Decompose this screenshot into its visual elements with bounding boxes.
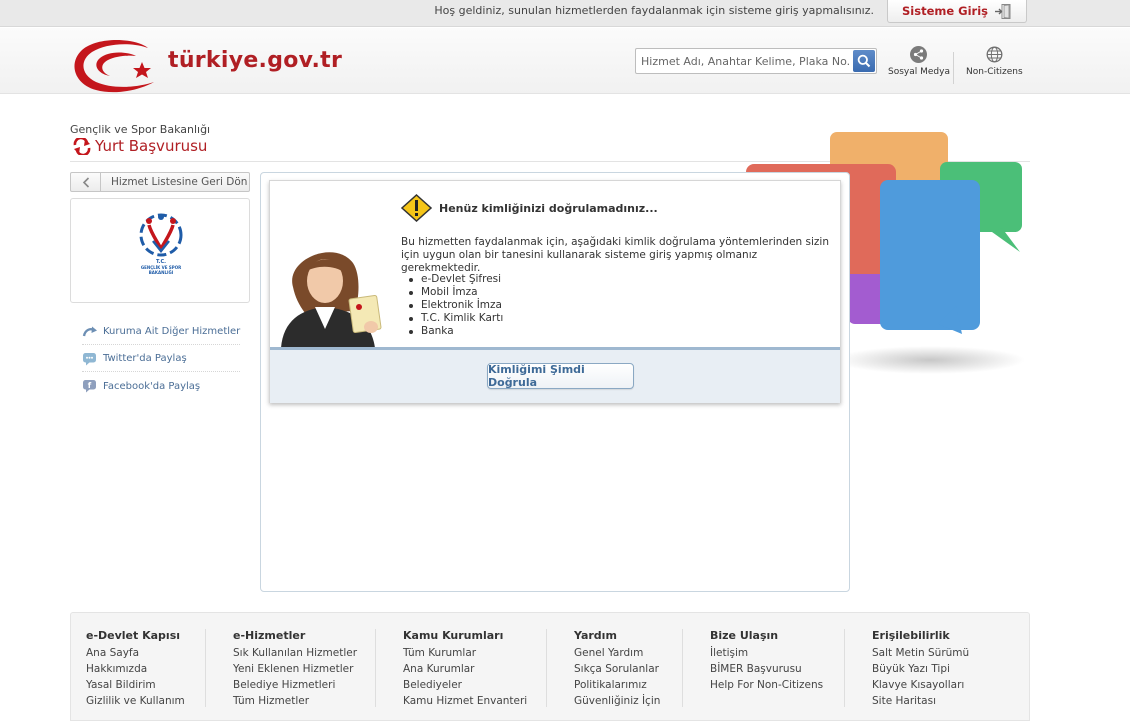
- footer-link[interactable]: Yeni Eklenen Hizmetler: [233, 661, 357, 677]
- footer-heading: Kamu Kurumları: [403, 629, 504, 642]
- search-icon: [857, 54, 871, 68]
- footer-column-kamu-kurumlari: Kamu Kurumları Tüm Kurumlar Ana Kurumlar…: [403, 629, 527, 709]
- back-arrow: [71, 173, 101, 191]
- footer-link[interactable]: Genel Yardım: [574, 645, 660, 661]
- logo-text: türkiye.gov.tr: [168, 48, 343, 73]
- woman-holding-id-card-image: [281, 252, 382, 348]
- footer-link[interactable]: Ana Kurumlar: [403, 661, 527, 677]
- svg-text:f: f: [88, 381, 92, 390]
- footer-separator: [546, 629, 547, 707]
- back-button-label: Hizmet Listesine Geri Dön: [111, 176, 248, 188]
- notice-action-bar: Kimliğimi Şimdi Doğrula: [270, 347, 840, 403]
- header-separator: [953, 52, 954, 84]
- site-footer: e-Devlet Kapısı Ana Sayfa Hakkımızda Yas…: [70, 612, 1030, 721]
- footer-link[interactable]: İletişim: [710, 645, 823, 661]
- footer-link[interactable]: Sıkça Sorulanlar: [574, 661, 660, 677]
- twitter-share-link[interactable]: Twitter'da Paylaş: [82, 346, 240, 372]
- footer-link[interactable]: Tüm Hizmetler: [233, 693, 357, 709]
- facebook-icon: f: [83, 380, 96, 393]
- verify-identity-button[interactable]: Kimliğimi Şimdi Doğrula: [487, 363, 634, 389]
- footer-link[interactable]: Sık Kullanılan Hizmetler: [233, 645, 357, 661]
- footer-link[interactable]: Ana Sayfa: [86, 645, 185, 661]
- non-citizens-label: Non-Citizens: [966, 67, 1023, 77]
- footer-column-edevlet: e-Devlet Kapısı Ana Sayfa Hakkımızda Yas…: [86, 629, 185, 709]
- social-media-link[interactable]: Sosyal Medya: [888, 46, 950, 77]
- facebook-share-label: Facebook'da Paylaş: [103, 380, 201, 392]
- social-media-label: Sosyal Medya: [888, 67, 950, 77]
- facebook-share-link[interactable]: f Facebook'da Paylaş: [82, 373, 240, 399]
- site-header: türkiye.gov.tr Sosyal Medya Non-Citizens: [0, 28, 1130, 94]
- footer-heading: Bize Ulaşın: [710, 629, 779, 642]
- list-item: Elektronik İmza: [407, 299, 503, 312]
- twitter-icon: [83, 352, 96, 365]
- list-item: Banka: [407, 325, 503, 338]
- footer-link[interactable]: Tüm Kurumlar: [403, 645, 527, 661]
- footer-heading: e-Devlet Kapısı: [86, 629, 181, 642]
- login-button-label: Sisteme Giriş: [902, 4, 988, 18]
- footer-link[interactable]: Salt Metin Sürümü: [872, 645, 969, 661]
- share-icon: [910, 46, 928, 63]
- auth-methods-list: e-Devlet Şifresi Mobil İmza Elektronik İ…: [407, 273, 503, 338]
- institution-logo-box: T.C. GENÇLİK VE SPOR BAKANLIĞI: [70, 198, 250, 303]
- search-input[interactable]: [636, 49, 850, 73]
- page-title: Yurt Başvurusu: [72, 137, 207, 155]
- footer-link[interactable]: Klavye Kısayolları: [872, 677, 969, 693]
- footer-column-ehizmetler: e-Hizmetler Sık Kullanılan Hizmetler Yen…: [233, 629, 357, 709]
- list-item: Mobil İmza: [407, 286, 503, 299]
- twitter-share-label: Twitter'da Paylaş: [103, 353, 187, 364]
- footer-heading: e-Hizmetler: [233, 629, 306, 642]
- globe-icon: [986, 46, 1003, 63]
- footer-link[interactable]: Hakkımızda: [86, 661, 185, 677]
- footer-link[interactable]: Güvenliğiniz İçin: [574, 693, 660, 709]
- footer-column-yardim: Yardım Genel Yardım Sıkça Sorulanlar Pol…: [574, 629, 660, 709]
- footer-column-erisilebilirlik: Erişilebilirlik Salt Metin Sürümü Büyük …: [872, 629, 969, 709]
- other-services-link[interactable]: Kuruma Ait Diğer Hizmetler: [82, 319, 240, 345]
- footer-column-bize-ulasin: Bize Ulaşın İletişim BİMER Başvurusu Hel…: [710, 629, 823, 693]
- back-to-services-button[interactable]: Hizmet Listesine Geri Dön: [70, 172, 250, 192]
- footer-link[interactable]: BİMER Başvurusu: [710, 661, 823, 677]
- related-services-icon: [82, 326, 97, 336]
- footer-link[interactable]: Belediye Hizmetleri: [233, 677, 357, 693]
- page-title-text: Yurt Başvurusu: [95, 137, 208, 155]
- warning-icon: [401, 194, 432, 222]
- search-box: [635, 48, 877, 74]
- list-item: T.C. Kimlik Kartı: [407, 312, 503, 325]
- footer-separator: [205, 629, 206, 707]
- footer-link[interactable]: Help For Non-Citizens: [710, 677, 823, 693]
- login-button[interactable]: Sisteme Giriş: [887, 0, 1027, 23]
- crescent-star-icon: [74, 40, 154, 93]
- identity-notice-panel: Henüz kimliğinizi doğrulamadınız... Bu h…: [269, 180, 841, 403]
- ministry-name: Gençlik ve Spor Bakanlığı: [70, 123, 211, 136]
- welcome-message: Hoş geldiniz, sunulan hizmetlerden fayda…: [434, 4, 874, 17]
- footer-separator: [375, 629, 376, 707]
- login-door-icon: [995, 3, 1011, 19]
- emblem-line-3: BAKANLIĞI: [149, 270, 174, 275]
- footer-link[interactable]: Site Haritası: [872, 693, 969, 709]
- notice-heading: Henüz kimliğinizi doğrulamadınız...: [439, 202, 658, 215]
- ministry-emblem-icon: T.C. GENÇLİK VE SPOR BAKANLIĞI: [139, 213, 183, 275]
- turkiye-gov-logo[interactable]: türkiye.gov.tr: [70, 36, 370, 94]
- refresh-arrows-icon: [73, 137, 91, 155]
- list-item: e-Devlet Şifresi: [407, 273, 503, 286]
- footer-heading: Erişilebilirlik: [872, 629, 950, 642]
- search-button[interactable]: [853, 50, 875, 72]
- footer-link[interactable]: Gizlilik ve Kullanım: [86, 693, 185, 709]
- footer-link[interactable]: Kamu Hizmet Envanteri: [403, 693, 527, 709]
- top-bar: Hoş geldiniz, sunulan hizmetlerden fayda…: [0, 0, 1130, 27]
- footer-separator: [844, 629, 845, 707]
- other-services-label: Kuruma Ait Diğer Hizmetler: [103, 326, 241, 337]
- footer-link[interactable]: Belediyeler: [403, 677, 527, 693]
- footer-heading: Yardım: [574, 629, 617, 642]
- footer-link[interactable]: Yasal Bildirim: [86, 677, 185, 693]
- footer-link[interactable]: Politikalarımız: [574, 677, 660, 693]
- footer-separator: [682, 629, 683, 707]
- non-citizens-link[interactable]: Non-Citizens: [966, 46, 1023, 77]
- notice-description: Bu hizmetten faydalanmak için, aşağıdaki…: [401, 236, 829, 274]
- chevron-left-icon: [82, 176, 89, 188]
- footer-link[interactable]: Büyük Yazı Tipi: [872, 661, 969, 677]
